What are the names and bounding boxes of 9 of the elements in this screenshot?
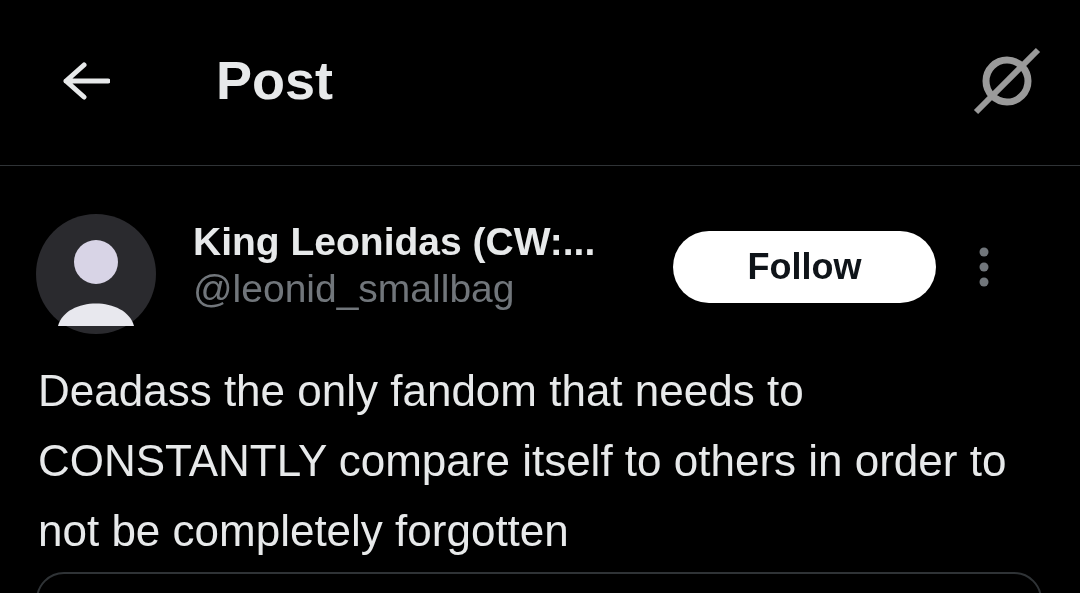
slashed-circle-icon[interactable] (972, 45, 1042, 116)
post-text: Deadass the only fandom that needs to CONSTANTLY compare itself to others in order to not be completely forgotten (38, 365, 1008, 557)
avatar[interactable] (36, 214, 156, 334)
more-options-icon[interactable] (978, 247, 990, 287)
author-name[interactable]: King Leonidas (CW:... (193, 218, 673, 266)
author-handle[interactable]: @leonid_smallbag (193, 266, 673, 312)
page-title: Post (216, 48, 335, 111)
follow-button[interactable]: Follow (673, 231, 936, 303)
back-arrow-icon[interactable] (60, 60, 110, 101)
